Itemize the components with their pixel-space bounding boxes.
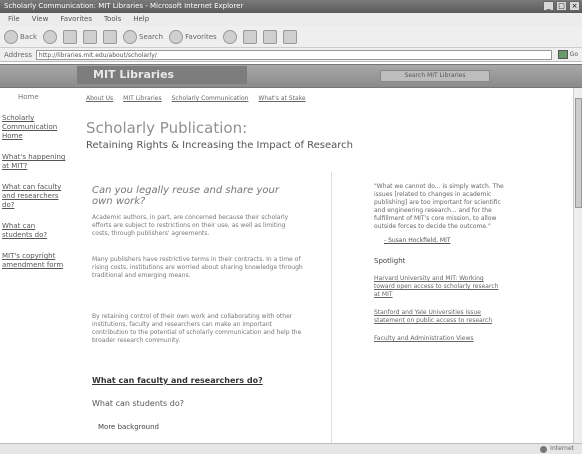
main-content: About Us MIT Libraries Scholarly Communi… bbox=[86, 95, 386, 169]
go-arrow-icon bbox=[557, 50, 568, 59]
nav-happening-at-mit[interactable]: What's happening at MIT? bbox=[0, 153, 66, 171]
link-more-background[interactable]: More background bbox=[98, 423, 159, 431]
section-question: Can you legally reuse and share your own… bbox=[92, 185, 279, 207]
breadcrumb-about[interactable]: About Us bbox=[86, 95, 113, 102]
nav-home[interactable]: Home bbox=[0, 93, 66, 102]
breadcrumb: About Us MIT Libraries Scholarly Communi… bbox=[86, 95, 386, 102]
spotlight-item[interactable]: Stanford and Yale Universities issue sta… bbox=[374, 309, 504, 325]
window-controls: _ □ × bbox=[543, 1, 580, 11]
menu-view[interactable]: View bbox=[32, 13, 49, 26]
history-icon[interactable] bbox=[222, 29, 237, 44]
paragraph-1: Academic authors, in part, are concerned… bbox=[92, 214, 289, 237]
link-students[interactable]: What can students do? bbox=[92, 399, 184, 408]
search-icon bbox=[123, 29, 137, 44]
favorites-button[interactable]: Favorites bbox=[169, 29, 217, 44]
mail-icon[interactable] bbox=[242, 29, 257, 44]
back-label: Back bbox=[20, 32, 37, 41]
spotlight-item[interactable]: Harvard University and MIT: Working towa… bbox=[374, 275, 504, 299]
nav-students[interactable]: What can students do? bbox=[0, 222, 66, 240]
status-bar: Internet bbox=[0, 443, 582, 454]
hockfield-quote: "What we cannot do... is simply watch. T… bbox=[374, 183, 504, 230]
stop-icon[interactable] bbox=[63, 29, 77, 44]
window-title: Scholarly Communication: MIT Libraries -… bbox=[4, 2, 244, 10]
back-arrow-icon bbox=[4, 29, 18, 44]
address-label: Address bbox=[4, 50, 32, 59]
favorites-label: Favorites bbox=[185, 32, 217, 41]
search-label: Search bbox=[139, 32, 164, 41]
left-navigation: Home Scholarly Communication Home What's… bbox=[0, 93, 66, 282]
vertical-scrollbar[interactable] bbox=[573, 88, 582, 443]
globe-icon bbox=[540, 445, 548, 453]
right-sidebar: "What we cannot do... is simply watch. T… bbox=[374, 183, 504, 353]
refresh-icon[interactable] bbox=[83, 29, 97, 44]
menu-help[interactable]: Help bbox=[133, 13, 149, 26]
print-icon[interactable] bbox=[262, 29, 277, 44]
link-faculty-researchers[interactable]: What can faculty and researchers do? bbox=[92, 376, 263, 385]
address-input[interactable]: http://libraries.mit.edu/about/scholarly… bbox=[35, 49, 552, 60]
star-icon bbox=[169, 29, 184, 44]
breadcrumb-scholarly[interactable]: Scholarly Communication bbox=[172, 95, 249, 102]
nav-scholarly-home[interactable]: Scholarly Communication Home bbox=[0, 114, 66, 141]
back-button[interactable]: Back bbox=[4, 29, 37, 44]
scrollbar-thumb[interactable] bbox=[575, 98, 582, 208]
menu-file[interactable]: File bbox=[8, 13, 20, 26]
nav-copyright-form[interactable]: MIT's copyright amendment form bbox=[0, 252, 66, 270]
address-bar: Address http://libraries.mit.edu/about/s… bbox=[0, 48, 582, 62]
go-button[interactable]: Go bbox=[557, 50, 578, 59]
paragraph-3: By retaining control of their own work a… bbox=[92, 313, 302, 344]
page-subtitle: Retaining Rights & Increasing the Impact… bbox=[86, 140, 354, 151]
banner-search-field[interactable]: Search MIT Libraries bbox=[380, 70, 490, 82]
paragraph-2: Many publishers have restrictive terms i… bbox=[92, 256, 303, 279]
menu-favorites[interactable]: Favorites bbox=[60, 13, 92, 26]
home-icon[interactable] bbox=[103, 29, 117, 44]
nav-faculty-researchers[interactable]: What can faculty and researchers do? bbox=[0, 183, 66, 210]
zone-label: Internet bbox=[550, 445, 574, 452]
edit-icon[interactable] bbox=[282, 29, 297, 44]
maximize-button[interactable]: □ bbox=[556, 1, 567, 11]
column-divider bbox=[331, 172, 332, 454]
search-button[interactable]: Search bbox=[123, 29, 164, 44]
forward-arrow-icon[interactable] bbox=[43, 29, 57, 44]
spotlight-title: Spotlight bbox=[374, 257, 406, 265]
breadcrumb-stake[interactable]: What's at Stake bbox=[258, 95, 305, 102]
site-banner: MIT Libraries Search MIT Libraries bbox=[0, 64, 582, 88]
security-zone: Internet bbox=[540, 444, 574, 454]
browser-toolbar: Back Search Favorites bbox=[0, 26, 582, 48]
spotlight-item[interactable]: Faculty and Administration Views bbox=[374, 335, 504, 343]
menu-bar: File View Favorites Tools Help bbox=[0, 13, 582, 26]
page-title: Scholarly Publication: bbox=[86, 119, 248, 137]
breadcrumb-mit-libraries[interactable]: MIT Libraries bbox=[123, 95, 161, 102]
close-button[interactable]: × bbox=[569, 1, 580, 11]
go-label: Go bbox=[569, 51, 578, 58]
mit-libraries-logo[interactable]: MIT Libraries bbox=[77, 66, 247, 84]
minimize-button[interactable]: _ bbox=[543, 1, 554, 11]
menu-tools[interactable]: Tools bbox=[104, 13, 121, 26]
quote-attribution[interactable]: - Susan Hockfield, MIT bbox=[384, 237, 504, 244]
window-titlebar: Scholarly Communication: MIT Libraries -… bbox=[0, 0, 582, 13]
